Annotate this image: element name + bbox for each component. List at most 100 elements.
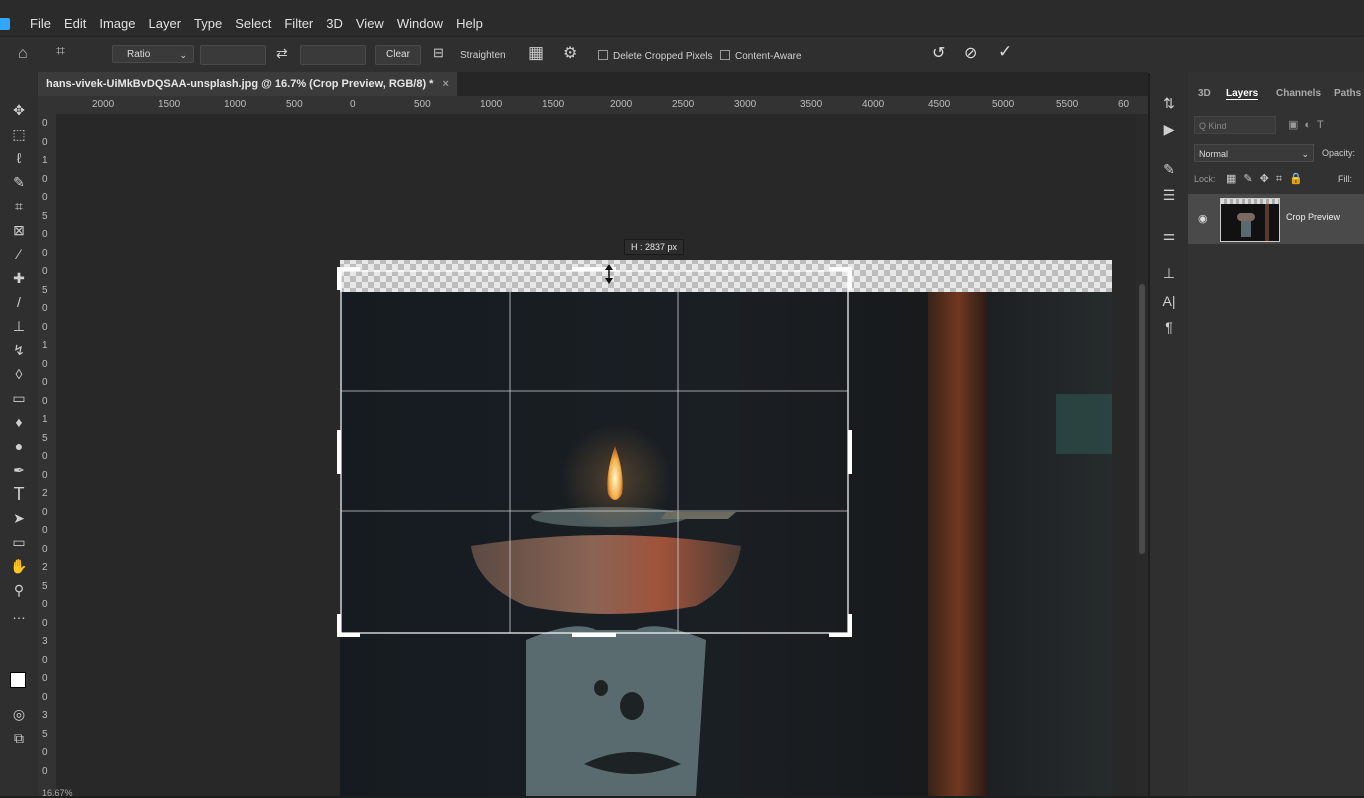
- blur-tool-icon[interactable]: ♦: [8, 412, 30, 432]
- menu-item-3d[interactable]: 3D: [326, 16, 343, 31]
- history-brush-tool-icon[interactable]: ↯: [8, 340, 30, 360]
- straighten-label[interactable]: Straighten: [460, 50, 506, 61]
- tab-layers[interactable]: Layers: [1226, 88, 1259, 100]
- eraser-tool-icon[interactable]: ◊: [8, 364, 30, 384]
- clone-source-icon[interactable]: ⊥: [1158, 262, 1180, 284]
- ruler-tick-label: 2500: [672, 99, 695, 110]
- menu-item-window[interactable]: Window: [397, 16, 443, 31]
- menu-item-help[interactable]: Help: [456, 16, 483, 31]
- actions-play-icon[interactable]: ▶: [1158, 118, 1180, 140]
- gear-icon[interactable]: ⚙: [563, 43, 577, 63]
- clone-stamp-tool-icon[interactable]: ⊥: [8, 316, 30, 336]
- tab-paths[interactable]: Paths: [1334, 88, 1361, 99]
- ruler-tick-label: 0: [42, 192, 48, 203]
- ruler-tick-label: 500: [414, 99, 431, 110]
- canvas-image: [337, 260, 1112, 796]
- menu-item-file[interactable]: File: [30, 16, 51, 31]
- history-icon[interactable]: ⇅: [1158, 92, 1180, 114]
- delete-cropped-pixels-checkbox[interactable]: Delete Cropped Pixels: [598, 50, 713, 62]
- layer-filter-icons[interactable]: ▣◐T: [1288, 118, 1330, 131]
- horizontal-ruler: 2000 1500 1000 500 0 500 1000 1500 2000 2500 3000 3…: [38, 96, 1148, 115]
- gradient-tool-icon[interactable]: ▭: [8, 388, 30, 408]
- zoom-tool-icon[interactable]: ⚲: [8, 580, 30, 600]
- ruler-tick-label: 0: [42, 303, 48, 314]
- ruler-tick-label: 0: [42, 395, 48, 407]
- brush-tool-icon[interactable]: /: [8, 292, 30, 312]
- menu-item-view[interactable]: View: [356, 16, 384, 31]
- brush-settings-icon[interactable]: ✎: [1158, 158, 1180, 180]
- tab-channels[interactable]: Channels: [1276, 88, 1321, 99]
- ruler-tick-label: 0: [350, 99, 356, 110]
- ruler-tick-label: 500: [286, 99, 303, 110]
- quick-mask-icon[interactable]: ◎: [8, 704, 30, 724]
- ratio-dropdown[interactable]: Ratio ⌄: [112, 45, 194, 63]
- scrollbar-thumb[interactable]: [1139, 284, 1145, 554]
- ruler-tick-label: 0: [42, 247, 48, 259]
- close-tab-icon[interactable]: ×: [443, 78, 449, 90]
- eyedropper-tool-icon[interactable]: ⁄: [8, 244, 30, 264]
- filter-kind-input[interactable]: Q Kind: [1194, 116, 1276, 134]
- overlay-grid-icon[interactable]: ▦: [528, 43, 544, 63]
- crop-tool-icon[interactable]: ⌗: [8, 196, 30, 216]
- ruler-tick-label: 4000: [862, 99, 885, 110]
- home-icon[interactable]: ⌂: [18, 45, 28, 63]
- hand-tool-icon[interactable]: ✋: [8, 556, 30, 576]
- ruler-tick-label: 0: [42, 136, 48, 148]
- visibility-eye-icon[interactable]: ◉: [1198, 212, 1208, 225]
- character-icon[interactable]: A|: [1158, 290, 1180, 312]
- swap-icon[interactable]: ⇄: [276, 45, 288, 62]
- path-selection-tool-icon[interactable]: ➤: [8, 508, 30, 528]
- marquee-tool-icon[interactable]: ⬚: [8, 124, 30, 144]
- ruler-tick-label: 1500: [542, 99, 565, 110]
- properties-icon[interactable]: ⚌: [1158, 224, 1180, 246]
- screen-mode-icon[interactable]: ⧉: [8, 728, 30, 748]
- ruler-tick-label: 3: [42, 710, 48, 721]
- ruler-tick-label: 4500: [928, 99, 951, 110]
- dodge-tool-icon[interactable]: ●: [8, 436, 30, 456]
- foreground-color-swatch[interactable]: [10, 672, 26, 688]
- document-tab[interactable]: hans-vivek-UiMkBvDQSAA-unsplash.jpg @ 16…: [38, 72, 457, 96]
- checkbox-icon: [720, 50, 730, 60]
- ruler-tick-label: 2: [42, 562, 48, 573]
- vertical-scrollbar[interactable]: [1136, 114, 1148, 796]
- more-tools-icon[interactable]: …: [8, 604, 30, 624]
- ruler-tick-label: 1000: [224, 99, 247, 110]
- menu-item-select[interactable]: Select: [235, 16, 271, 31]
- menu-item-filter[interactable]: Filter: [284, 16, 313, 31]
- move-tool-icon[interactable]: ✥: [8, 100, 30, 120]
- level-icon[interactable]: ⊟: [433, 45, 444, 61]
- crop-tool-preset-icon[interactable]: ⌗: [56, 43, 65, 61]
- ruler-tick-label: 2: [42, 488, 48, 499]
- type-tool-icon[interactable]: T: [8, 484, 30, 504]
- pen-tool-icon[interactable]: ✒: [8, 460, 30, 480]
- ruler-tick-label: 5: [42, 432, 48, 444]
- menu-item-layer[interactable]: Layer: [149, 16, 182, 31]
- healing-brush-tool-icon[interactable]: ✚: [8, 268, 30, 288]
- width-input[interactable]: [200, 45, 266, 65]
- clear-button[interactable]: Clear: [375, 45, 421, 65]
- height-input[interactable]: [300, 45, 366, 65]
- menu-item-image[interactable]: Image: [99, 16, 135, 31]
- clear-label: Clear: [386, 49, 410, 60]
- cancel-icon[interactable]: ⊘: [964, 43, 977, 63]
- commit-check-icon[interactable]: ✓: [998, 42, 1012, 62]
- frame-tool-icon[interactable]: ⊠: [8, 220, 30, 240]
- layer-row[interactable]: ◉ Crop Preview: [1188, 194, 1364, 244]
- menu-item-type[interactable]: Type: [194, 16, 222, 31]
- menu-item-edit[interactable]: Edit: [64, 16, 86, 31]
- adjustments-icon[interactable]: ☰: [1158, 184, 1180, 206]
- zoom-level[interactable]: 16.67%: [42, 788, 73, 798]
- canvas-area[interactable]: H : 2837 px: [56, 114, 1136, 796]
- ruler-tick-label: 0: [42, 543, 48, 555]
- reset-icon[interactable]: ↺: [932, 43, 945, 63]
- lock-label: Lock:: [1194, 174, 1216, 184]
- tab-3d[interactable]: 3D: [1198, 88, 1211, 99]
- content-aware-checkbox[interactable]: Content-Aware: [720, 50, 802, 62]
- ruler-tick-label: 0: [42, 765, 48, 777]
- rectangle-tool-icon[interactable]: ▭: [8, 532, 30, 552]
- paragraph-icon[interactable]: ¶: [1158, 316, 1180, 338]
- lasso-tool-icon[interactable]: ℓ: [8, 148, 30, 168]
- quick-select-tool-icon[interactable]: ✎: [8, 172, 30, 192]
- blend-mode-select[interactable]: Normal ⌄: [1194, 144, 1314, 162]
- lock-icons[interactable]: ▦✎✥⌗🔒: [1226, 172, 1310, 186]
